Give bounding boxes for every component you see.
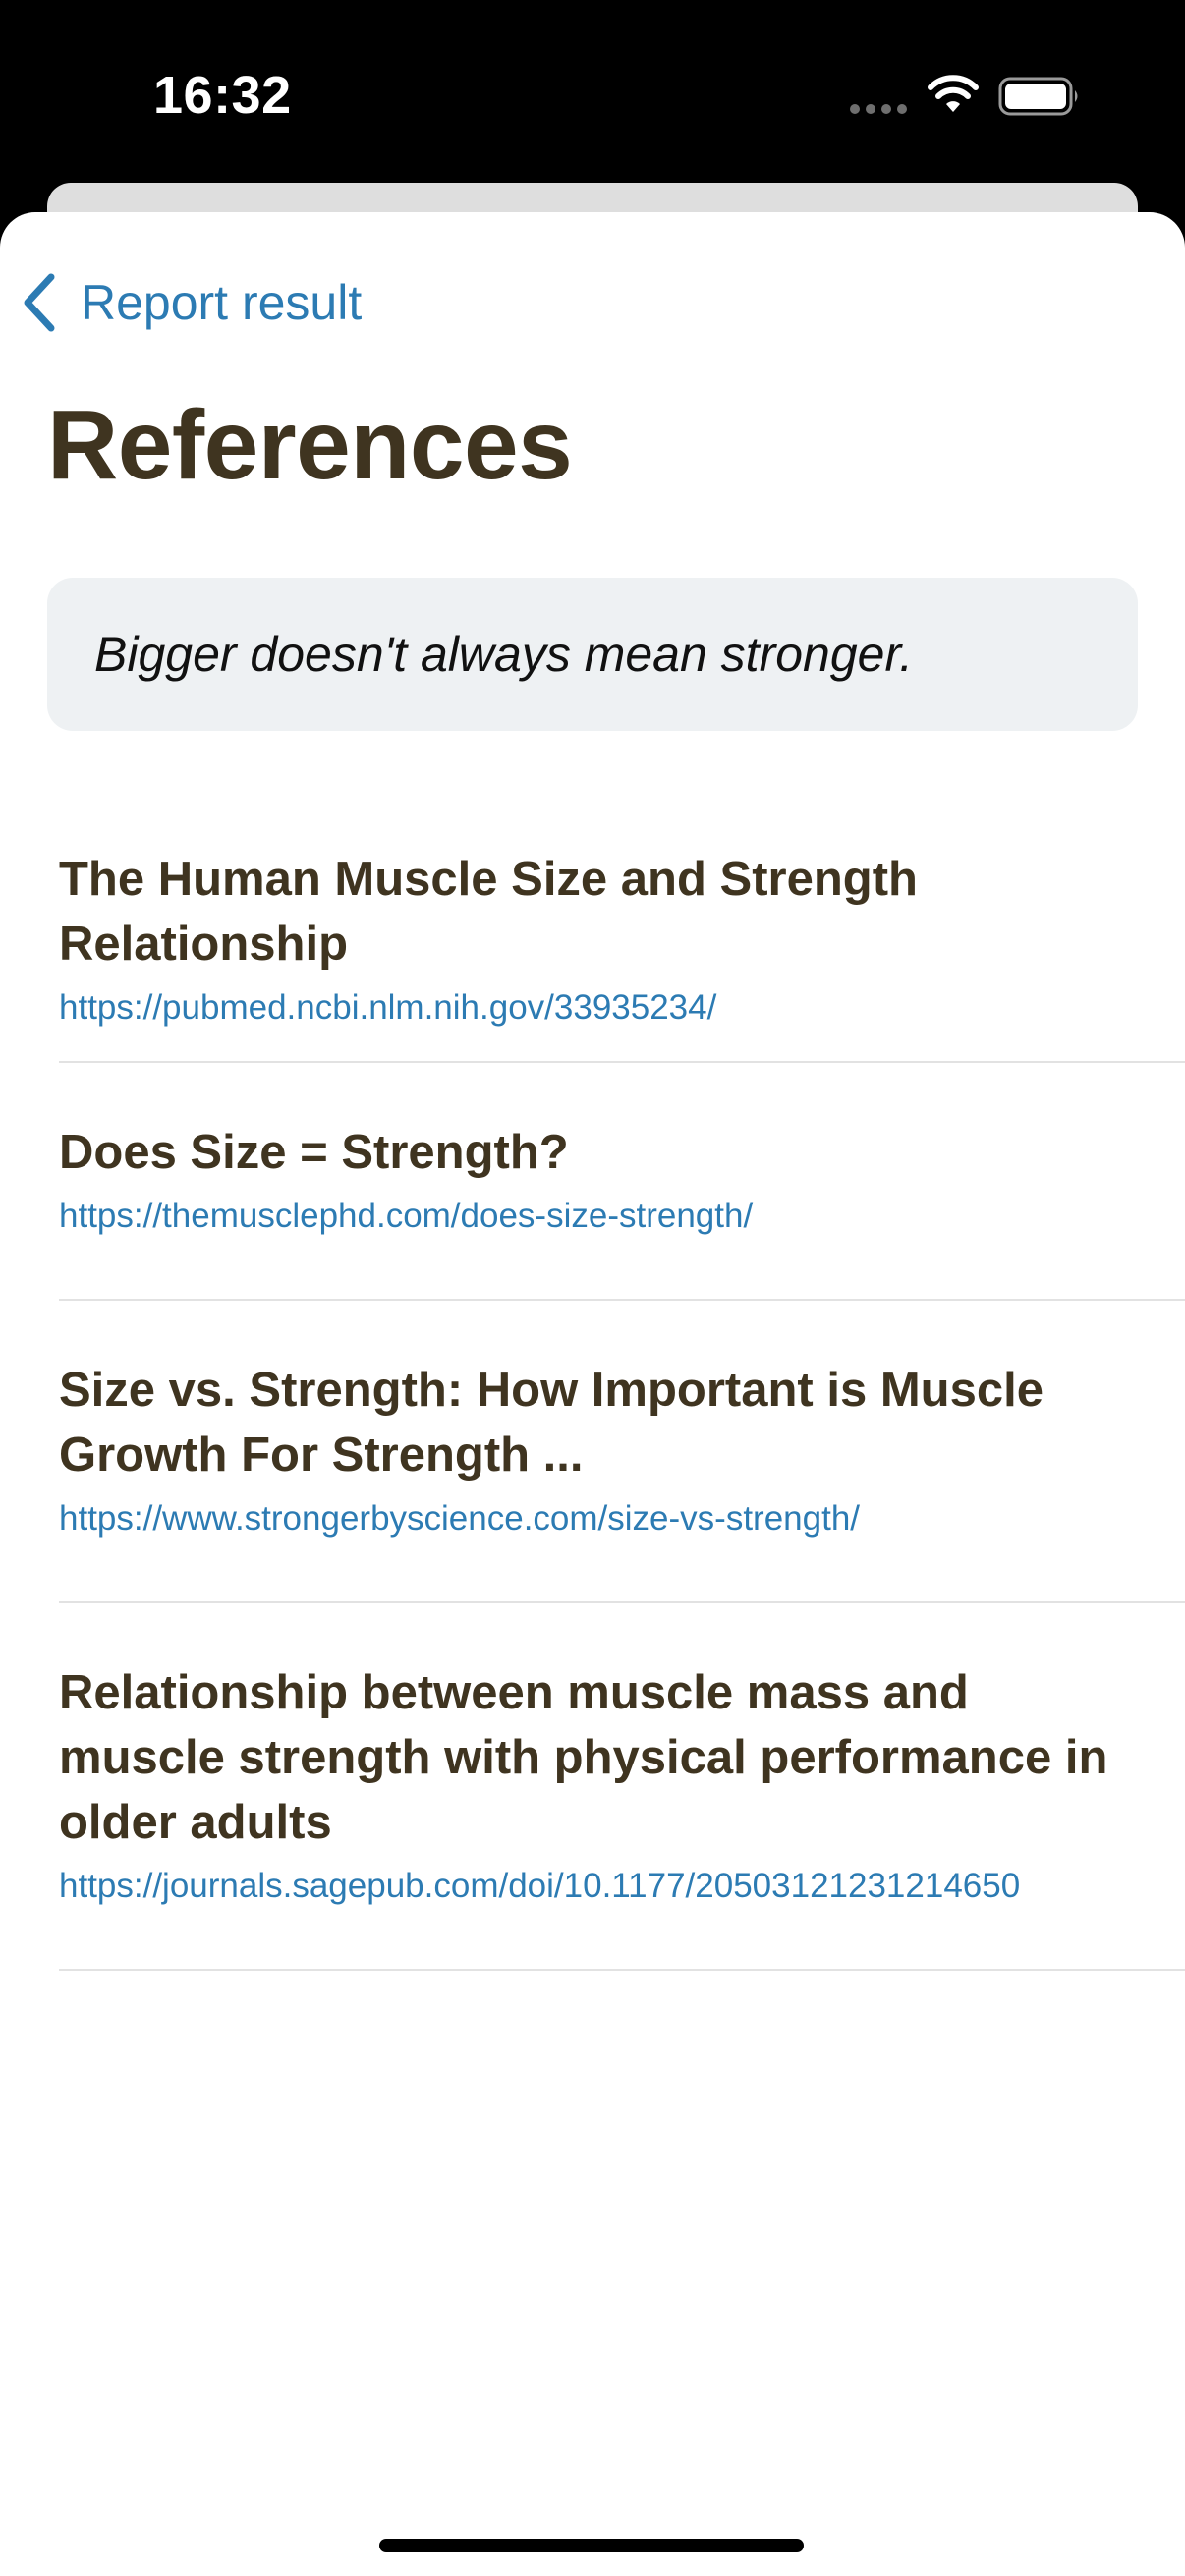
reference-link[interactable]: https://pubmed.ncbi.nlm.nih.gov/33935234… (59, 988, 1185, 1028)
reference-item[interactable]: Does Size = Strength? https://themusclep… (59, 1063, 1185, 1301)
back-button-label: Report result (81, 275, 363, 330)
reference-title: Relationship between muscle mass and mus… (59, 1666, 1108, 1849)
back-button[interactable]: Report result (22, 263, 362, 342)
reference-list: The Human Muscle Size and Strength Relat… (59, 813, 1185, 1971)
reference-item[interactable]: Size vs. Strength: How Important is Musc… (59, 1301, 1185, 1603)
reference-item[interactable]: Relationship between muscle mass and mus… (59, 1603, 1185, 1971)
status-bar: 16:32 (0, 0, 1185, 187)
reference-link[interactable]: https://journals.sagepub.com/doi/10.1177… (59, 1867, 1185, 1906)
reference-link[interactable]: https://themusclephd.com/does-size-stren… (59, 1197, 1185, 1236)
reference-title: The Human Muscle Size and Strength Relat… (59, 853, 918, 971)
quote-box: Bigger doesn't always mean stronger. (47, 578, 1138, 731)
references-sheet: Report result References Bigger doesn't … (0, 212, 1185, 2576)
page-title: References (47, 390, 573, 500)
home-indicator[interactable] (379, 2539, 804, 2552)
reference-title: Size vs. Strength: How Important is Musc… (59, 1364, 1044, 1482)
battery-icon (998, 77, 1078, 116)
wifi-icon (928, 75, 979, 112)
quote-text: Bigger doesn't always mean stronger. (94, 627, 914, 682)
chevron-left-icon (24, 273, 55, 332)
cellular-signal-icon (850, 104, 907, 114)
reference-title: Does Size = Strength? (59, 1126, 569, 1179)
status-time: 16:32 (153, 66, 292, 125)
reference-item[interactable]: The Human Muscle Size and Strength Relat… (59, 813, 1185, 1063)
reference-link[interactable]: https://www.strongerbyscience.com/size-v… (59, 1499, 1185, 1539)
